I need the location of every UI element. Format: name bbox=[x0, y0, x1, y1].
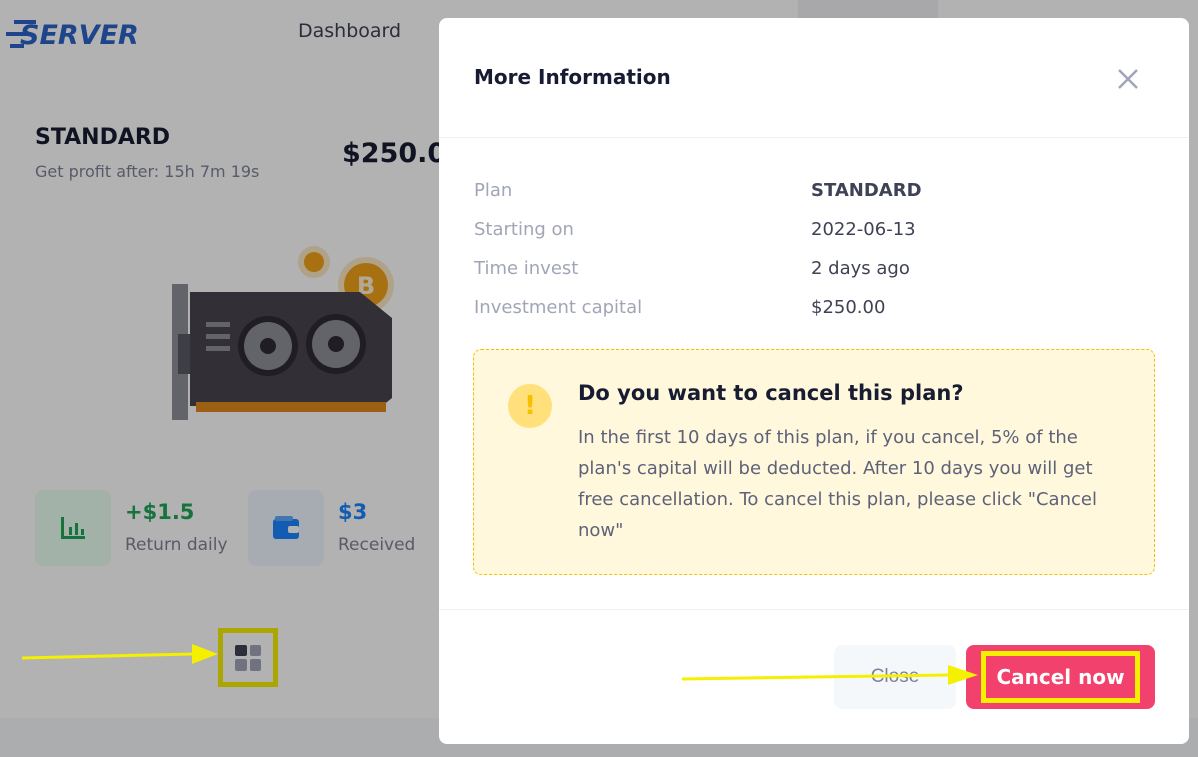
cancel-now-label: Cancel now bbox=[981, 651, 1140, 703]
notice-text: In the first 10 days of this plan, if yo… bbox=[578, 427, 1097, 541]
info-label: Starting on bbox=[474, 219, 574, 240]
annotation-arrow-left bbox=[21, 644, 218, 664]
annotation-arrow-right bbox=[681, 665, 978, 685]
info-label: Time invest bbox=[474, 258, 579, 279]
info-value: STANDARD bbox=[811, 180, 922, 201]
info-value: $250.00 bbox=[811, 297, 886, 318]
info-label: Investment capital bbox=[474, 297, 643, 318]
modal-title: More Information bbox=[474, 65, 671, 89]
modal-header: More Information bbox=[439, 18, 1189, 138]
modal-footer-divider bbox=[439, 609, 1189, 610]
info-label: Plan bbox=[474, 180, 513, 201]
info-row-time-invest: Time invest 2 days ago bbox=[474, 258, 1174, 286]
close-x-icon bbox=[1118, 69, 1138, 89]
more-information-modal: More Information Plan STANDARD Starting … bbox=[439, 18, 1189, 744]
cancel-now-button[interactable]: Cancel now bbox=[966, 645, 1155, 709]
info-row-investment-capital: Investment capital $250.00 bbox=[474, 297, 1174, 325]
warning-icon: ! bbox=[508, 384, 552, 428]
info-row-plan: Plan STANDARD bbox=[474, 180, 1174, 208]
close-icon[interactable] bbox=[1113, 64, 1143, 94]
info-row-starting-on: Starting on 2022-06-13 bbox=[474, 219, 1174, 247]
notice-title: Do you want to cancel this plan? bbox=[578, 381, 964, 405]
cancel-notice: ! Do you want to cancel this plan? In th… bbox=[473, 349, 1155, 575]
info-value: 2 days ago bbox=[811, 258, 910, 279]
info-value: 2022-06-13 bbox=[811, 219, 916, 240]
